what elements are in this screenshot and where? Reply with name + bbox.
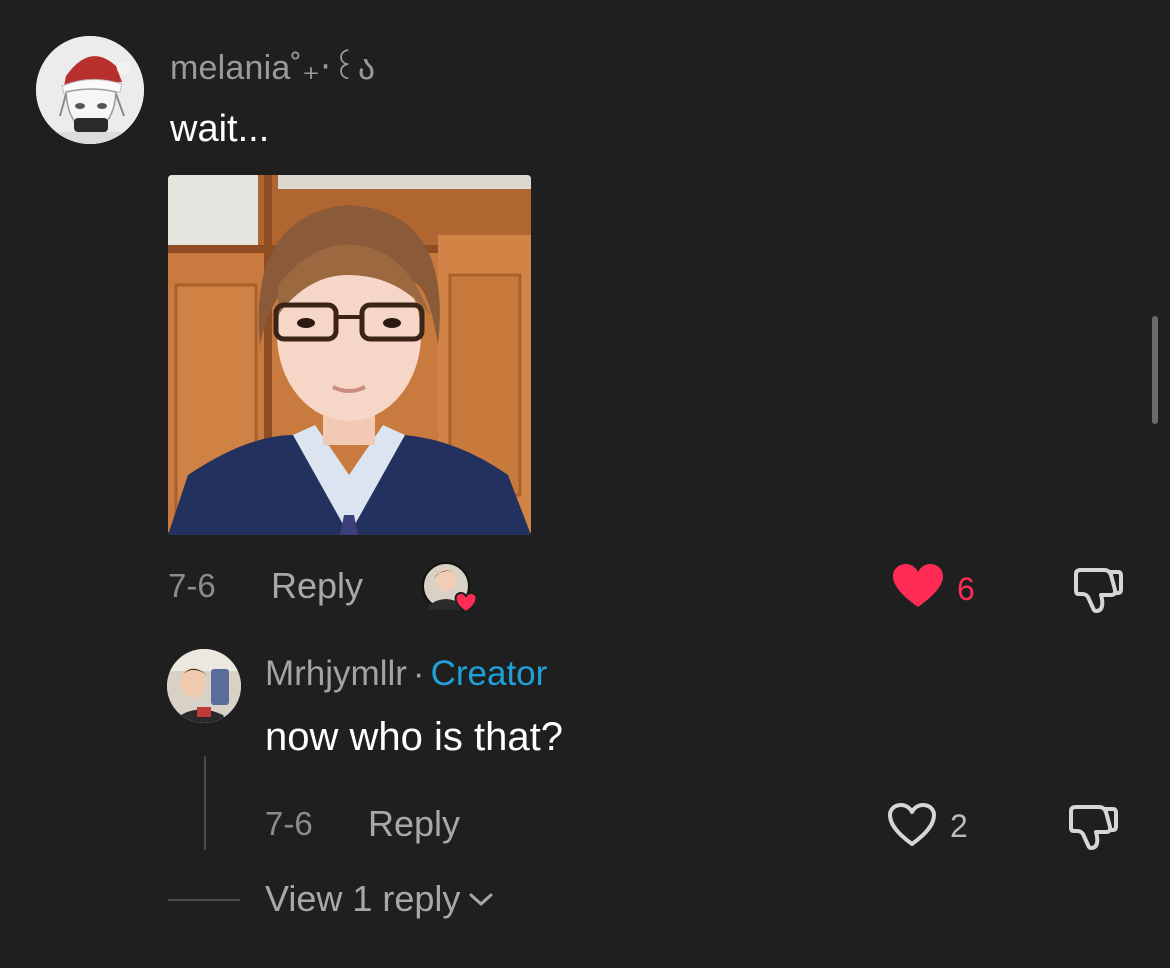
comment-photo[interactable] bbox=[168, 175, 531, 535]
view-replies-divider bbox=[168, 899, 240, 901]
photo-image bbox=[168, 175, 531, 535]
comment-thread: melania˚₊‧꒰ა wait... 7-6 Reply 6 Mrhjyml… bbox=[0, 0, 1170, 968]
view-replies-button[interactable]: View 1 reply bbox=[265, 878, 496, 920]
reply-dislike-button[interactable] bbox=[1067, 801, 1119, 856]
reply-avatar[interactable] bbox=[167, 649, 241, 723]
creator-badge: Creator bbox=[430, 654, 548, 693]
scrollbar[interactable] bbox=[1152, 316, 1158, 424]
comment-reply-button[interactable]: Reply bbox=[271, 565, 363, 607]
reply-like-button[interactable] bbox=[887, 802, 937, 853]
creator-liked-avatar-icon bbox=[422, 562, 478, 614]
comment-like-count: 6 bbox=[957, 571, 975, 607]
view-replies-label: View 1 reply bbox=[265, 878, 461, 919]
reply-username-row: Mrhjymllr · Creator bbox=[265, 654, 547, 694]
comment-text: wait... bbox=[170, 108, 270, 150]
dislike-button[interactable] bbox=[1072, 564, 1124, 619]
thumbs-down-icon bbox=[1074, 568, 1123, 613]
thumbs-down-icon bbox=[1069, 805, 1118, 850]
comment-date: 7-6 bbox=[168, 567, 216, 604]
heart-filled-icon bbox=[893, 564, 943, 607]
reply-like-count: 2 bbox=[950, 808, 968, 844]
reply-reply-button[interactable]: Reply bbox=[368, 803, 460, 845]
reply-date: 7-6 bbox=[265, 805, 313, 842]
commenter-username[interactable]: melania˚₊‧꒰ა bbox=[170, 43, 375, 88]
creator-liked-indicator bbox=[422, 562, 478, 614]
reply-text: now who is that? bbox=[265, 715, 563, 759]
heart-outline-icon bbox=[888, 803, 936, 846]
like-button[interactable] bbox=[892, 563, 944, 614]
chevron-down-icon bbox=[469, 893, 493, 906]
reply-avatar-image bbox=[167, 649, 241, 723]
commenter-avatar[interactable] bbox=[36, 36, 144, 144]
separator-dot: · bbox=[412, 654, 425, 693]
reply-username[interactable]: Mrhjymllr bbox=[265, 654, 407, 693]
thread-line bbox=[204, 756, 206, 850]
avatar-illustration bbox=[36, 36, 144, 144]
